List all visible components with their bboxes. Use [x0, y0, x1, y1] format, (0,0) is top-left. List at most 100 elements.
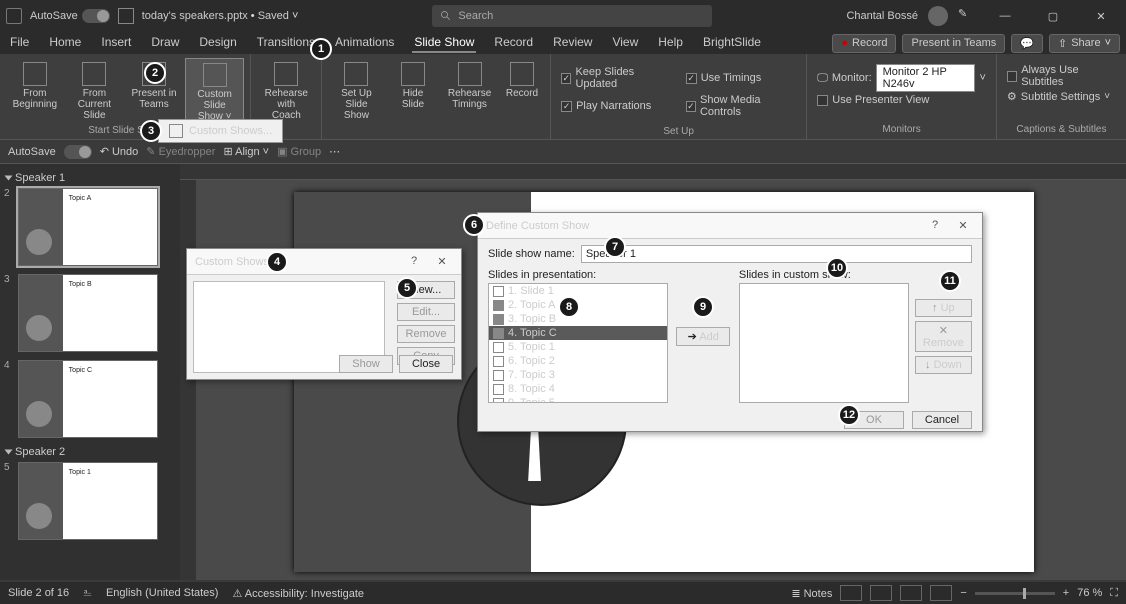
language[interactable]: English (United States): [106, 587, 219, 599]
qat-align[interactable]: ⊞ Align ˅: [223, 145, 269, 158]
use-presenter-view[interactable]: Use Presenter View: [817, 94, 986, 106]
slideshow-name-input[interactable]: [581, 245, 972, 263]
view-sorter[interactable]: [870, 585, 892, 601]
dialog-close[interactable]: ✕: [952, 219, 974, 232]
view-normal[interactable]: [840, 585, 862, 601]
present-in-teams-button[interactable]: Present in Teams: [902, 34, 1005, 53]
tab-transitions[interactable]: Transitions: [255, 33, 317, 53]
show-button[interactable]: Show: [339, 355, 393, 373]
up-button[interactable]: ↑ Up: [915, 299, 972, 317]
monitor-select[interactable]: 🖵Monitor:Monitor 2 HP N246v˅: [817, 64, 986, 92]
qat-autosave-toggle[interactable]: [64, 145, 92, 159]
autosave-pill[interactable]: [82, 9, 110, 23]
tab-brightslide[interactable]: BrightSlide: [701, 33, 763, 53]
add-button[interactable]: ➔ Add: [676, 327, 730, 346]
from-beginning[interactable]: From Beginning: [6, 58, 64, 125]
title-bar: AutoSave today's speakers.pptx • Saved ˅…: [0, 0, 1126, 32]
tab-slide-show[interactable]: Slide Show: [412, 33, 476, 53]
close-button[interactable]: Close: [399, 355, 453, 373]
accessibility-status[interactable]: ⚠ Accessibility: Investigate: [232, 587, 364, 600]
list-item[interactable]: 1. Slide 1: [489, 284, 667, 298]
window-close[interactable]: ✕: [1082, 2, 1120, 30]
user-avatar[interactable]: [928, 6, 948, 26]
autosave-toggle[interactable]: AutoSave: [30, 9, 110, 23]
remove-button[interactable]: Remove: [397, 325, 455, 343]
fit-to-window[interactable]: ⛶: [1110, 587, 1118, 600]
rehearse-timings[interactable]: Rehearse Timings: [441, 58, 498, 123]
show-media-controls[interactable]: ✓Show Media Controls: [686, 94, 797, 118]
window-minimize[interactable]: —: [986, 2, 1024, 30]
tab-view[interactable]: View: [610, 33, 640, 53]
list-item[interactable]: 4. Topic C: [489, 326, 667, 340]
tab-review[interactable]: Review: [551, 33, 594, 53]
cancel-button[interactable]: Cancel: [912, 411, 972, 429]
zoom-slider[interactable]: [975, 592, 1055, 595]
qat-more[interactable]: ⋯: [329, 145, 340, 158]
remove-slide-button[interactable]: ✕ Remove: [915, 321, 972, 352]
list-item[interactable]: 8. Topic 4: [489, 382, 667, 396]
tab-home[interactable]: Home: [47, 33, 83, 53]
tab-help[interactable]: Help: [656, 33, 685, 53]
tab-record[interactable]: Record: [492, 33, 535, 53]
custom-shows-menu-item[interactable]: Custom Shows...: [158, 119, 283, 143]
slide-thumbnail[interactable]: Topic A: [18, 188, 158, 266]
slide-thumbnail[interactable]: Topic B: [18, 274, 158, 352]
window-restore[interactable]: ▢: [1034, 2, 1072, 30]
qat-eyedropper[interactable]: ✎ Eyedropper: [146, 145, 215, 158]
dialog-title: Define Custom Show: [486, 220, 589, 232]
zoom-in[interactable]: +: [1063, 587, 1069, 599]
ruler-vertical: [180, 180, 196, 580]
list-item[interactable]: 9. Topic 5: [489, 396, 667, 403]
notes-button[interactable]: ≣ Notes: [791, 587, 832, 600]
list-item[interactable]: 5. Topic 1: [489, 340, 667, 354]
hide-slide[interactable]: Hide Slide: [387, 58, 440, 123]
tab-design[interactable]: Design: [197, 33, 238, 53]
rehearse-with-coach[interactable]: Rehearse with Coach: [257, 58, 315, 123]
list-item[interactable]: 3. Topic B: [489, 312, 667, 326]
down-button[interactable]: ↓ Down: [915, 356, 972, 374]
username[interactable]: Chantal Bossé: [846, 10, 918, 22]
custom-shows-icon: [169, 124, 183, 138]
tab-animations[interactable]: Animations: [333, 33, 396, 53]
comments-button[interactable]: 💬: [1011, 34, 1043, 53]
use-timings[interactable]: ✓Use Timings: [686, 66, 797, 90]
keep-slides-updated[interactable]: ✓Keep Slides Updated: [561, 66, 672, 90]
tab-draw[interactable]: Draw: [149, 33, 181, 53]
spellcheck-icon[interactable]: ⎁: [83, 587, 92, 600]
save-icon[interactable]: [118, 8, 134, 24]
qat-group[interactable]: ▣ Group: [277, 145, 321, 158]
list-item[interactable]: 7. Topic 3: [489, 368, 667, 382]
qat-undo[interactable]: ↶ Undo: [100, 145, 139, 158]
section-header[interactable]: Speaker 2: [6, 446, 174, 458]
ribbon-group-setup: Set Up Slide ShowHide SlideRehearse Timi…: [322, 54, 551, 139]
edit-button[interactable]: Edit...: [397, 303, 455, 321]
set-up-slide-show[interactable]: Set Up Slide Show: [328, 58, 385, 123]
search-box[interactable]: Search: [432, 5, 712, 27]
share-button[interactable]: ⇧ Share ˅: [1049, 34, 1120, 53]
record-button[interactable]: ●Record: [832, 34, 896, 53]
zoom-out[interactable]: −: [960, 587, 966, 599]
dialog-help[interactable]: ?: [403, 255, 425, 268]
slide-thumbnail[interactable]: Topic C: [18, 360, 158, 438]
ribbon-mode-icon[interactable]: ✎: [958, 7, 976, 25]
tab-insert[interactable]: Insert: [99, 33, 133, 53]
custom-slide-show[interactable]: Custom Slide Show ˅: [185, 58, 245, 125]
slide-thumbnail-panel[interactable]: Speaker 12Topic A3Topic B4Topic CSpeaker…: [0, 164, 180, 580]
dialog-close[interactable]: ✕: [431, 255, 453, 268]
document-name[interactable]: today's speakers.pptx • Saved ˅: [142, 10, 299, 22]
slide-thumbnail[interactable]: Topic 1: [18, 462, 158, 540]
view-reading[interactable]: [900, 585, 922, 601]
tab-file[interactable]: File: [8, 33, 31, 53]
section-header[interactable]: Speaker 1: [6, 172, 174, 184]
dialog-help[interactable]: ?: [924, 219, 946, 232]
view-slideshow[interactable]: [930, 585, 952, 601]
record[interactable]: Record: [500, 58, 544, 123]
play-narrations[interactable]: ✓Play Narrations: [561, 94, 672, 118]
always-use-subtitles[interactable]: Always Use Subtitles: [1007, 64, 1116, 88]
slide-counter[interactable]: Slide 2 of 16: [8, 587, 69, 599]
subtitle-settings[interactable]: ⚙Subtitle Settings ˅: [1007, 90, 1116, 103]
from-current-slide[interactable]: From Current Slide: [66, 58, 124, 125]
zoom-level[interactable]: 76 %: [1077, 587, 1102, 599]
list-item[interactable]: 6. Topic 2: [489, 354, 667, 368]
slides-in-custom-show-list[interactable]: [739, 283, 909, 403]
